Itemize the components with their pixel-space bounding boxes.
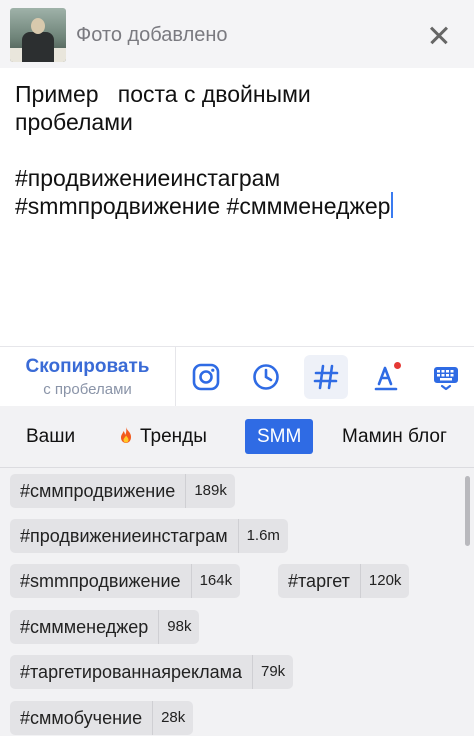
text-cursor bbox=[391, 192, 394, 218]
tab-mom-blog[interactable]: Мамин блог bbox=[330, 419, 459, 454]
hashtag-count: 120k bbox=[359, 564, 410, 598]
hashtag-chip[interactable]: #сммменеджер 98k bbox=[10, 610, 200, 644]
hashtag-text: #таргетированнаяреклама bbox=[20, 662, 242, 682]
hashtag-text: #продвижениеинстаграм bbox=[20, 526, 228, 546]
hashtag-count: 79k bbox=[252, 655, 293, 689]
hashtag-chip[interactable]: #сммобучение 28k bbox=[10, 701, 194, 735]
tab-label: Ваши bbox=[26, 426, 76, 447]
hashtag-count: 28k bbox=[152, 701, 193, 735]
hashtag-list-scrollbar[interactable] bbox=[465, 476, 470, 546]
tab-label: SMM bbox=[257, 426, 302, 447]
hashtag-text: #smmпродвижение bbox=[20, 571, 181, 591]
hashtag-chip[interactable]: #продвижениеинстаграм 1.6m bbox=[10, 519, 288, 553]
hashtag-chip[interactable]: #таргетированнаяреклама 79k bbox=[10, 655, 294, 689]
copy-button-sublabel: с пробелами bbox=[43, 381, 132, 398]
banner-title: Фото добавлено bbox=[76, 24, 228, 46]
hashtag-text: #таргет bbox=[288, 571, 350, 591]
hashtag-count: 1.6m bbox=[237, 519, 288, 553]
editor-toolbar: Скопировать с пробелами bbox=[0, 346, 474, 407]
hashtag-chip[interactable]: #таргет 120k bbox=[278, 564, 410, 598]
tab-yours[interactable]: Ваши bbox=[14, 419, 87, 454]
copy-with-spaces-button[interactable]: Скопировать с пробелами bbox=[0, 347, 176, 407]
tab-label: Тренды bbox=[140, 426, 207, 447]
photo-thumbnail[interactable] bbox=[10, 8, 66, 62]
tab-smm[interactable]: SMM bbox=[245, 419, 314, 454]
instagram-button[interactable] bbox=[184, 355, 228, 399]
hashtag-text: #сммобучение bbox=[20, 708, 143, 728]
schedule-button[interactable] bbox=[244, 355, 288, 399]
tab-label: Мамин блог bbox=[342, 426, 447, 447]
hashtag-chip[interactable]: #сммпродвижение 189k bbox=[10, 474, 235, 508]
clock-icon bbox=[253, 364, 279, 390]
post-text: Пример поста с двойными пробелами #продв… bbox=[15, 81, 391, 219]
close-icon[interactable] bbox=[424, 20, 454, 50]
instagram-icon bbox=[192, 363, 220, 391]
hashtag-text: #сммменеджер bbox=[20, 617, 149, 637]
hashtag-count: 164k bbox=[190, 564, 241, 598]
photo-added-banner: Фото добавлено bbox=[0, 0, 474, 68]
font-style-button[interactable] bbox=[364, 355, 408, 399]
keyboard-icon bbox=[434, 367, 458, 391]
notification-dot bbox=[394, 362, 401, 369]
hashtag-count: 189k bbox=[185, 474, 235, 508]
hashtag-count: 98k bbox=[158, 610, 199, 644]
keyboard-button[interactable] bbox=[424, 355, 468, 399]
post-text-area[interactable]: Пример поста с двойными пробелами #продв… bbox=[15, 80, 465, 220]
hashtag-text: #сммпродвижение bbox=[20, 481, 176, 501]
hashtag-category-tabs: Ваши Тренды SMM Мамин блог bbox=[0, 406, 474, 468]
hashtag-list: #сммпродвижение 189k #продвижениеинстагр… bbox=[0, 468, 474, 736]
hashtag-icon bbox=[313, 364, 339, 390]
tab-trends[interactable]: Тренды bbox=[106, 419, 219, 454]
copy-button-label: Скопировать bbox=[25, 356, 150, 377]
fire-icon bbox=[121, 427, 131, 443]
hashtag-chip[interactable]: #smmпродвижение 164k bbox=[10, 564, 241, 598]
hashtags-button[interactable] bbox=[304, 355, 348, 399]
